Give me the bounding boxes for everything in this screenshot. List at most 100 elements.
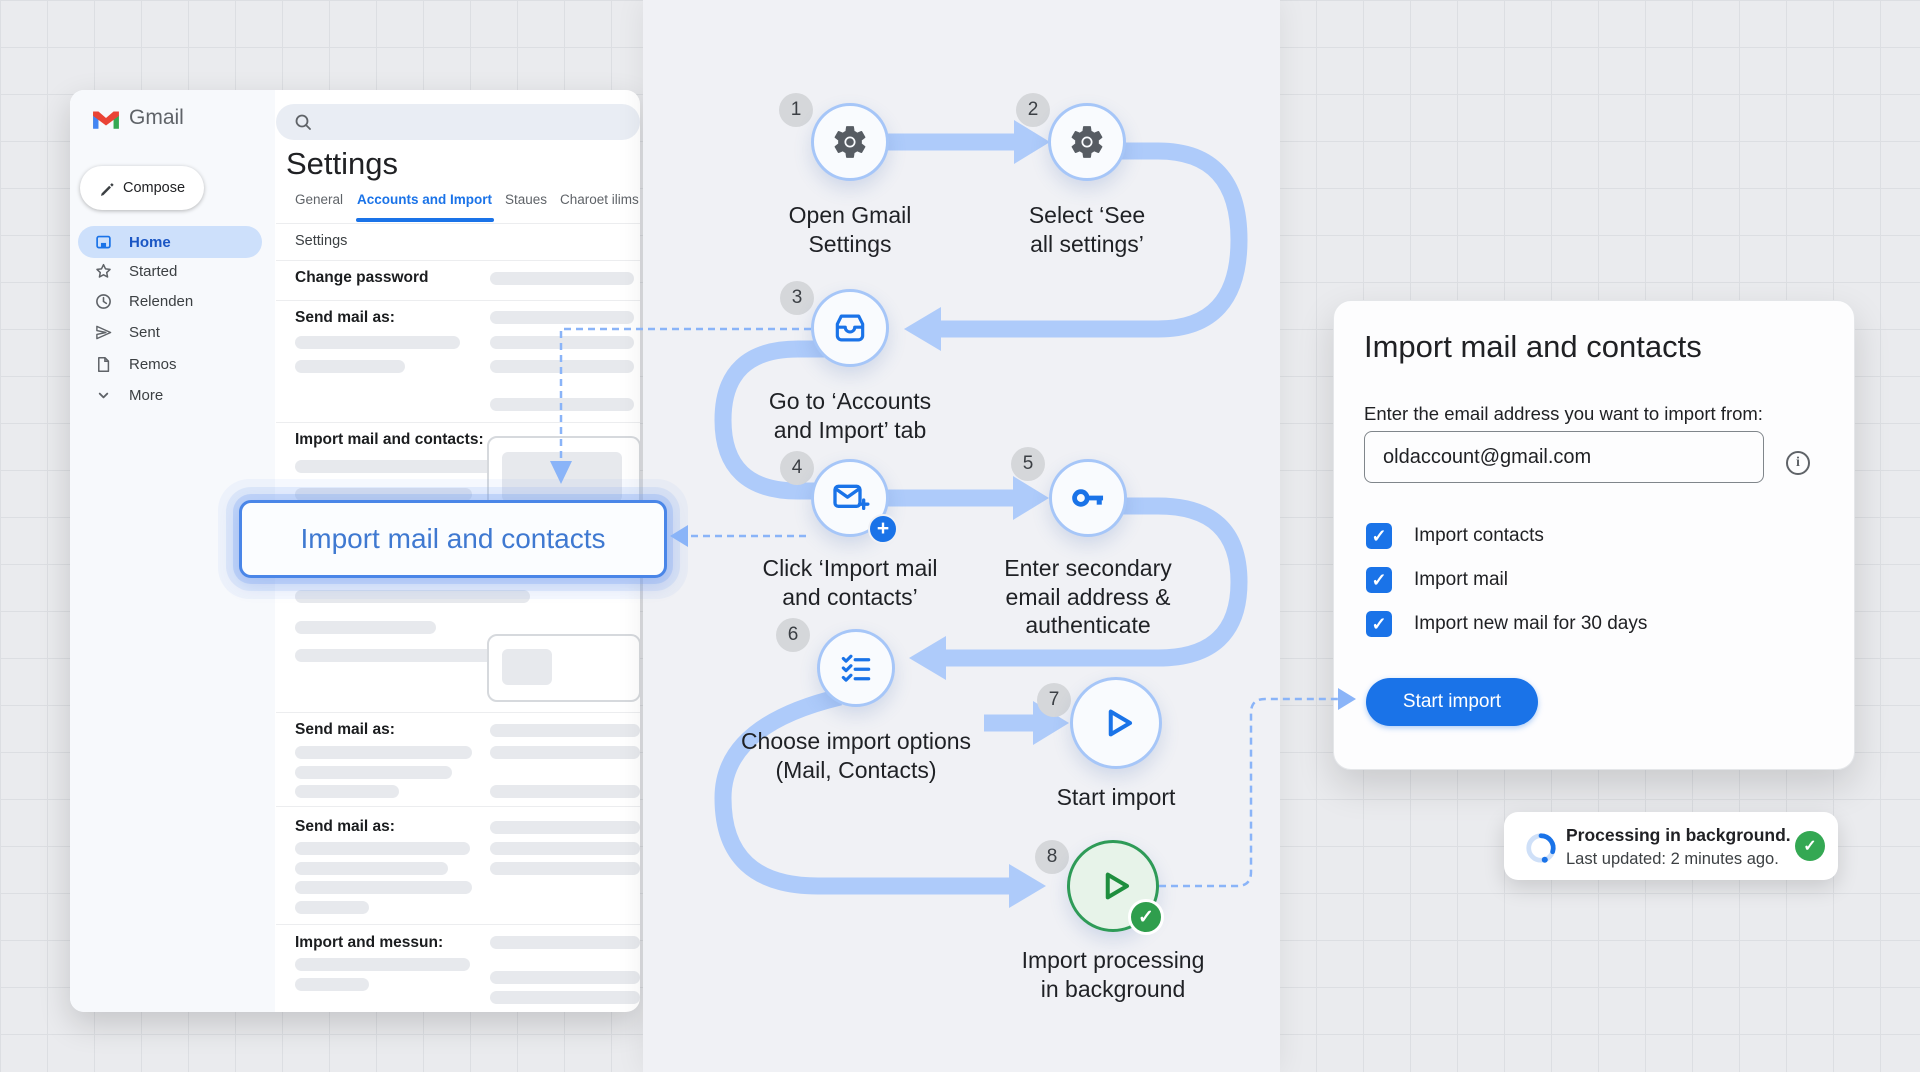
inbox-icon xyxy=(95,234,112,251)
search-input[interactable] xyxy=(276,104,640,140)
flow-panel xyxy=(643,0,1280,1072)
step-1-node xyxy=(811,103,889,181)
email-field[interactable] xyxy=(1364,431,1764,483)
chevron-down-icon xyxy=(95,387,112,404)
compose-label: Compose xyxy=(123,180,185,196)
sidebar-item-home[interactable]: Home xyxy=(78,226,262,258)
sidebar-item-label: Sent xyxy=(129,324,160,341)
step-number-badge: 2 xyxy=(1016,93,1050,127)
checkbox-label: Import mail xyxy=(1414,569,1508,591)
settings-page-title: Settings xyxy=(286,146,398,182)
settings-preview-block xyxy=(502,452,622,502)
star-icon xyxy=(95,263,112,280)
import-mail-contacts-callout-button[interactable]: Import mail and contacts xyxy=(239,500,667,578)
placeholder-bar xyxy=(295,785,399,798)
step-8-label: Import processing in background xyxy=(991,946,1235,1003)
step-number-badge: 4 xyxy=(780,451,814,485)
checkbox-row[interactable]: ✓ Import mail xyxy=(1366,567,1508,593)
placeholder-bar xyxy=(295,842,470,855)
clock-icon xyxy=(95,293,112,310)
placeholder-bar xyxy=(295,978,369,991)
file-icon xyxy=(95,356,112,373)
sidebar-item-relenden[interactable]: Relenden xyxy=(78,286,262,316)
step-4-label: Click ‘Import mail and contacts’ xyxy=(733,554,967,611)
step-3-label: Go to ‘Accounts and Import’ tab xyxy=(733,387,967,444)
checkbox-checked-icon[interactable]: ✓ xyxy=(1366,611,1392,637)
send-icon xyxy=(95,324,112,341)
email-field-label: Enter the email address you want to impo… xyxy=(1364,403,1763,425)
divider xyxy=(276,422,640,423)
search-icon xyxy=(294,113,312,131)
step-7-node xyxy=(1070,677,1162,769)
checkbox-checked-icon[interactable]: ✓ xyxy=(1366,567,1392,593)
checkbox-checked-icon[interactable]: ✓ xyxy=(1366,523,1392,549)
divider xyxy=(276,806,640,807)
info-icon[interactable]: i xyxy=(1786,451,1810,475)
placeholder-bar xyxy=(295,621,436,634)
step-2-label: Select ‘See all settings’ xyxy=(995,201,1179,258)
gear-icon xyxy=(831,123,869,161)
step-2-node xyxy=(1048,103,1126,181)
sidebar-item-sent[interactable]: Sent xyxy=(78,317,262,347)
settings-row-label: Import mail and contacts: xyxy=(295,431,484,449)
placeholder-bar xyxy=(295,881,472,894)
placeholder-bar xyxy=(490,746,640,759)
placeholder-bar xyxy=(490,991,640,1004)
play-icon xyxy=(1092,865,1134,907)
mail-plus-icon xyxy=(830,478,870,518)
sidebar-item-started[interactable]: Started xyxy=(78,256,262,286)
tab-accounts-and-import[interactable]: Accounts and Import xyxy=(357,192,492,207)
sidebar-item-label: More xyxy=(129,387,163,404)
sidebar-item-remos[interactable]: Remos xyxy=(78,349,262,379)
placeholder-bar xyxy=(295,766,452,779)
placeholder-bar xyxy=(490,336,634,349)
step-number-badge: 8 xyxy=(1035,840,1069,874)
placeholder-bar xyxy=(295,958,470,971)
step-7-label: Start import xyxy=(1032,783,1200,812)
step-5-label: Enter secondary email address & authenti… xyxy=(960,554,1216,640)
tab-charoet-ilims[interactable]: Charoet ilims xyxy=(560,192,639,207)
plus-badge-icon: + xyxy=(868,514,898,544)
checkbox-row[interactable]: ✓ Import new mail for 30 days xyxy=(1366,611,1647,637)
checkbox-row[interactable]: ✓ Import contacts xyxy=(1366,523,1544,549)
infographic-canvas: Gmail Compose Home Started xyxy=(0,0,1920,1072)
sidebar-item-label: Home xyxy=(129,234,171,251)
settings-row-label: Send mail as: xyxy=(295,721,395,739)
placeholder-bar xyxy=(490,821,640,834)
settings-section-label: Settings xyxy=(295,233,347,249)
placeholder-bar xyxy=(490,785,640,798)
compose-button[interactable]: Compose xyxy=(80,166,204,210)
sidebar-item-label: Remos xyxy=(129,356,177,373)
play-icon xyxy=(1095,702,1137,744)
placeholder-bar xyxy=(295,901,369,914)
gmail-logo-text: Gmail xyxy=(129,106,184,130)
placeholder-bar xyxy=(490,398,634,411)
active-tab-underline xyxy=(356,218,494,222)
step-6-node xyxy=(817,629,895,707)
step-number-badge: 5 xyxy=(1011,447,1045,481)
placeholder-bar xyxy=(295,590,530,603)
sidebar-item-more[interactable]: More xyxy=(78,380,262,410)
toast-title: Processing in background. xyxy=(1566,825,1791,846)
placeholder-bar xyxy=(295,336,460,349)
processing-toast: Processing in background. Last updated: … xyxy=(1504,812,1838,880)
placeholder-bar xyxy=(490,936,640,949)
placeholder-bar xyxy=(490,971,640,984)
placeholder-bar xyxy=(490,724,640,737)
spinner-icon xyxy=(1524,831,1558,865)
inbox-icon xyxy=(831,309,869,347)
step-number-badge: 6 xyxy=(776,618,810,652)
placeholder-bar xyxy=(490,272,634,285)
step-8-node: ✓ xyxy=(1067,840,1159,932)
placeholder-bar xyxy=(295,746,472,759)
start-import-button[interactable]: Start import xyxy=(1366,678,1538,726)
step-1-label: Open Gmail Settings xyxy=(758,201,942,258)
placeholder-bar xyxy=(295,862,448,875)
gmail-logo: Gmail xyxy=(92,106,184,130)
step-3-node xyxy=(811,289,889,367)
tab-staues[interactable]: Staues xyxy=(505,192,547,207)
step-number-badge: 1 xyxy=(779,93,813,127)
toast-subtitle: Last updated: 2 minutes ago. xyxy=(1566,850,1779,869)
tab-general[interactable]: General xyxy=(295,192,343,207)
step-5-node xyxy=(1049,459,1127,537)
